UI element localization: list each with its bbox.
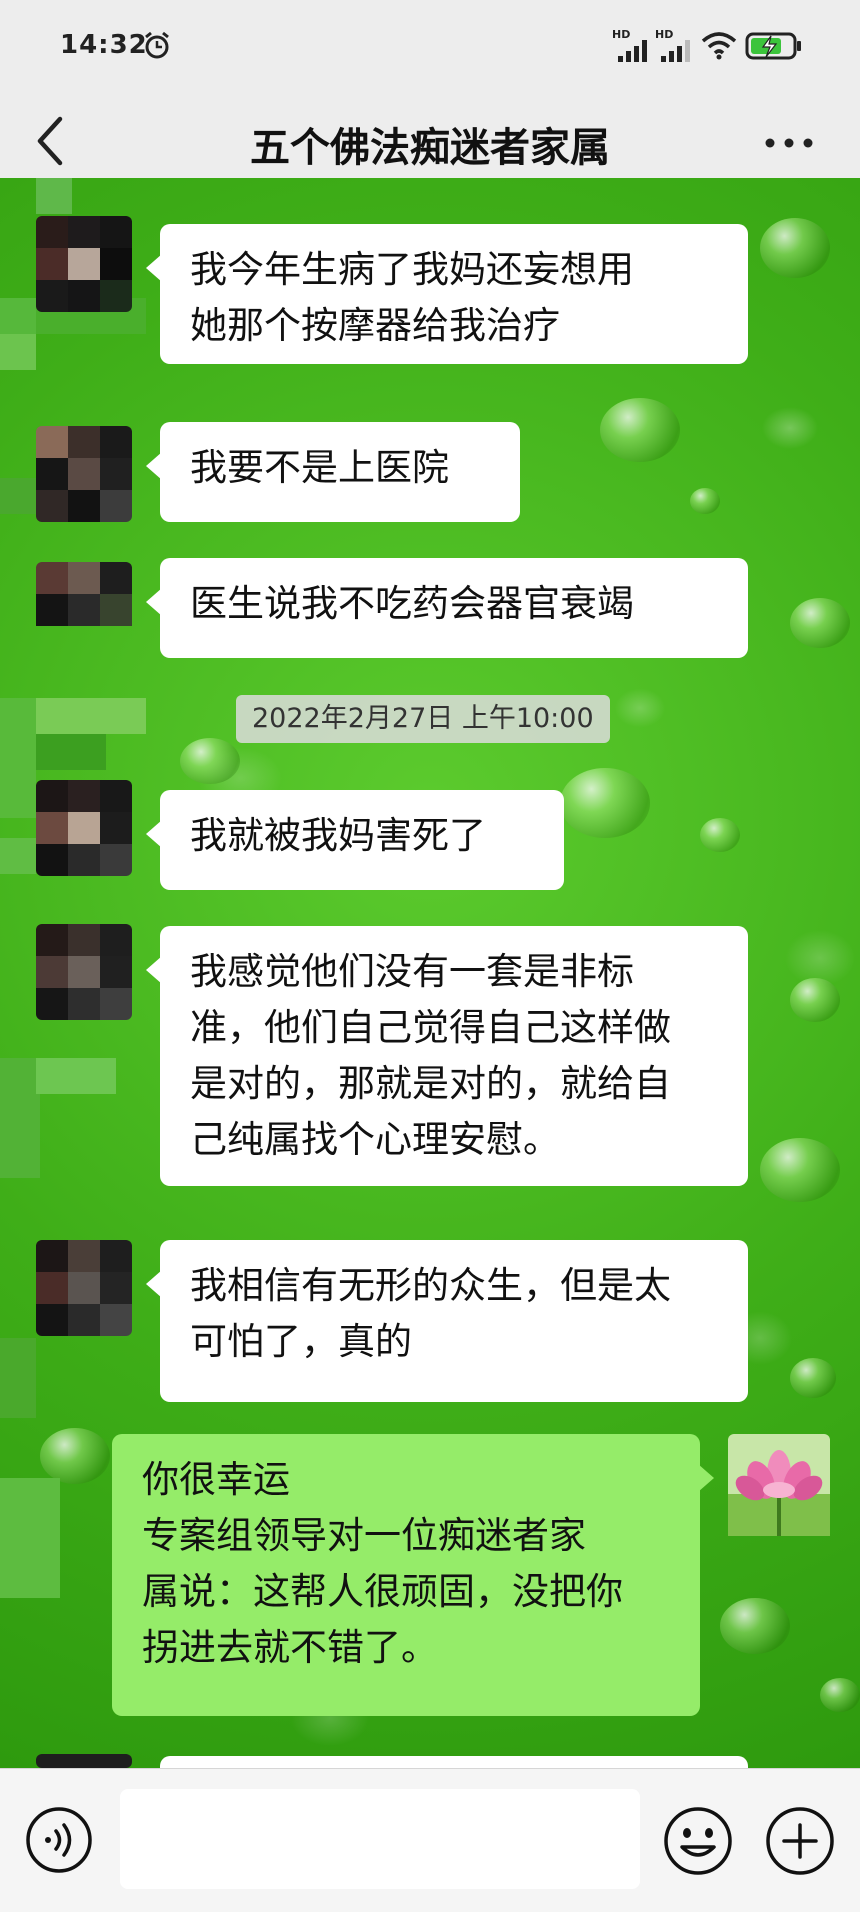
- water-drop: [790, 978, 840, 1022]
- message-bubble-incoming[interactable]: 我感觉他们没有一套是非标 准，他们自己觉得自己这样做 是对的，那就是对的，就给自…: [146, 926, 748, 1186]
- timestamp: 2022年2月27日 上午10:00: [236, 695, 610, 743]
- signal-icon: [618, 40, 647, 62]
- more-dots-icon[interactable]: [762, 123, 816, 163]
- status-bar: 14:32 HD HD: [0, 0, 860, 95]
- signal-icon: [661, 40, 690, 62]
- message-bubble-incoming[interactable]: 我今年生病了我妈还妄想用 她那个按摩器给我治疗: [146, 224, 748, 364]
- avatar[interactable]: [36, 1754, 132, 1768]
- water-drop: [820, 1678, 860, 1712]
- avatar[interactable]: [36, 562, 132, 636]
- water-drop: [690, 488, 720, 514]
- signal-group-1: HD: [612, 28, 652, 62]
- message-bubble-incoming[interactable]: 我相信有无形的众生，但是太 可怕了，真的: [146, 1240, 748, 1402]
- emoji-icon[interactable]: [662, 1805, 734, 1877]
- avatar[interactable]: [36, 216, 132, 312]
- message-input[interactable]: [120, 1789, 640, 1889]
- water-drop: [790, 598, 850, 648]
- alarm-icon: [145, 31, 169, 59]
- message-bubble-incoming[interactable]: 医生说我不吃药会器官衰竭: [146, 558, 748, 658]
- message-bubble-outgoing[interactable]: 你很幸运 专案组领导对一位痴迷者家 属说：这帮人很顽固，没把你 拐进去就不错了。: [112, 1434, 714, 1716]
- wifi-icon: [701, 32, 737, 60]
- chat-area[interactable]: 我今年生病了我妈还妄想用 她那个按摩器给我治疗 我要不是上医院 医生说我不吃药会…: [0, 178, 860, 1768]
- plus-icon[interactable]: [764, 1805, 836, 1877]
- avatar[interactable]: [36, 780, 132, 876]
- message-bubble-incoming[interactable]: 我就被我妈害死了: [146, 790, 564, 890]
- input-bar: [0, 1768, 860, 1912]
- water-drop: [600, 398, 680, 462]
- water-drop: [720, 1598, 790, 1654]
- title-bar: 五个佛法痴迷者家属: [0, 95, 860, 190]
- avatar[interactable]: [36, 924, 132, 1020]
- avatar[interactable]: [36, 426, 132, 522]
- message-bubble-incoming[interactable]: 我要不是上医院: [146, 422, 520, 522]
- water-drop: [560, 768, 650, 838]
- water-drop: [760, 1138, 840, 1202]
- message-bubble-incoming-partial: [160, 1756, 748, 1768]
- battery-charging-icon: [745, 32, 801, 60]
- water-drop: [790, 1358, 836, 1398]
- voice-icon[interactable]: [24, 1805, 94, 1875]
- water-drop: [700, 818, 740, 852]
- avatar[interactable]: [36, 1240, 132, 1336]
- water-drop: [180, 738, 240, 784]
- water-drop: [760, 218, 830, 278]
- status-time: 14:32: [60, 30, 148, 60]
- signal-group-2: HD: [655, 28, 695, 62]
- chat-title: 五个佛法痴迷者家属: [250, 125, 610, 171]
- avatar-lotus-icon[interactable]: [728, 1434, 830, 1536]
